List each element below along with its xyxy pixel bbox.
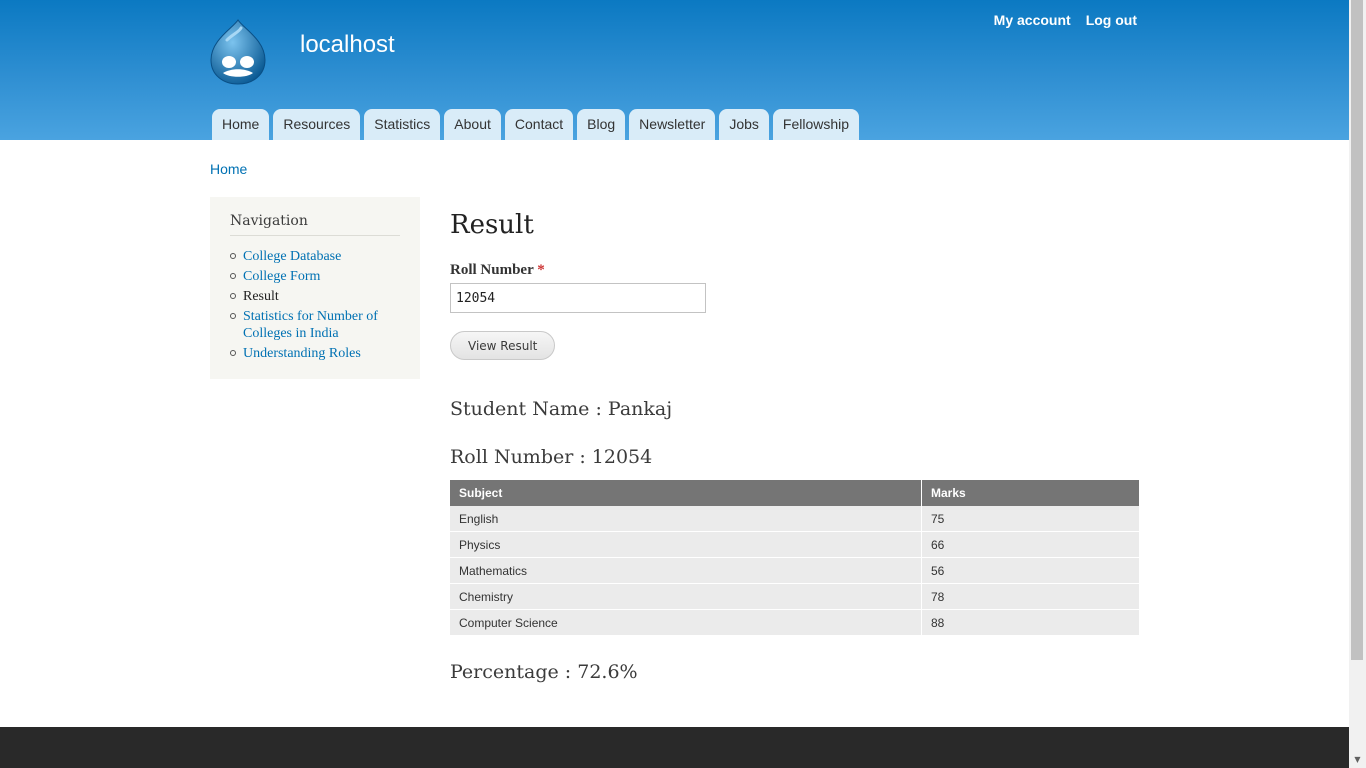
subject-cell: Physics bbox=[450, 531, 922, 558]
marks-cell: 78 bbox=[921, 583, 1139, 610]
navigation-sidebar: Navigation College Database College Form… bbox=[210, 197, 420, 379]
student-name-text: Student Name : Pankaj bbox=[450, 398, 673, 420]
table-header-row: Subject Marks bbox=[450, 480, 1139, 506]
subject-cell: Computer Science bbox=[450, 609, 922, 636]
tab-statistics[interactable]: Statistics bbox=[364, 109, 441, 140]
site-header: localhost My account Log out Home Resour… bbox=[0, 0, 1349, 140]
table-row: Chemistry 78 bbox=[450, 583, 1139, 610]
page: localhost My account Log out Home Resour… bbox=[0, 0, 1349, 768]
sidebar-item-college-form: College Form bbox=[230, 268, 400, 285]
secondary-menu: My account Log out bbox=[994, 12, 1137, 28]
marks-cell: 56 bbox=[921, 557, 1139, 584]
vertical-scrollbar[interactable]: ▼ bbox=[1349, 0, 1366, 768]
tab-fellowship[interactable]: Fellowship bbox=[772, 109, 860, 140]
tab-newsletter[interactable]: Newsletter bbox=[629, 109, 716, 140]
subject-cell: Chemistry bbox=[450, 583, 922, 610]
breadcrumb-home-link[interactable]: Home bbox=[210, 161, 247, 177]
site-name-link[interactable]: localhost bbox=[300, 31, 395, 59]
scrollbar-thumb[interactable] bbox=[1351, 0, 1363, 660]
subject-cell: English bbox=[450, 506, 922, 532]
main-menu: Home Resources Statistics About Contact … bbox=[212, 109, 860, 140]
roll-number-label-text: Roll Number bbox=[450, 262, 534, 278]
table-row: Computer Science 88 bbox=[450, 609, 1139, 636]
marks-cell: 75 bbox=[921, 506, 1139, 532]
table-row: Physics 66 bbox=[450, 531, 1139, 558]
tab-resources[interactable]: Resources bbox=[273, 109, 361, 140]
tab-about[interactable]: About bbox=[444, 109, 501, 140]
log-out-link[interactable]: Log out bbox=[1086, 12, 1137, 28]
drupal-logo-icon[interactable] bbox=[207, 18, 269, 86]
sidebar-list: College Database College Form Result Sta… bbox=[230, 248, 400, 362]
marks-cell: 88 bbox=[921, 609, 1139, 636]
sidebar-item-understanding-roles: Understanding Roles bbox=[230, 345, 400, 362]
marks-table: Subject Marks English 75 Physics 66 Math… bbox=[450, 480, 1139, 636]
scroll-down-arrow-icon[interactable]: ▼ bbox=[1349, 751, 1366, 768]
subject-cell: Mathematics bbox=[450, 557, 922, 584]
marks-cell: 66 bbox=[921, 531, 1139, 558]
percentage-text: Percentage : 72.6% bbox=[450, 661, 638, 683]
sidebar-link-college-form[interactable]: College Form bbox=[243, 269, 320, 284]
tab-jobs[interactable]: Jobs bbox=[719, 109, 769, 140]
site-footer bbox=[0, 727, 1349, 768]
sidebar-active-result: Result bbox=[243, 289, 279, 304]
tab-contact[interactable]: Contact bbox=[504, 109, 574, 140]
roll-number-label: Roll Number * bbox=[450, 262, 545, 279]
sidebar-item-result: Result bbox=[230, 288, 400, 305]
sidebar-link-college-database[interactable]: College Database bbox=[243, 249, 341, 264]
page-title: Result bbox=[450, 210, 534, 240]
main-content: Result Roll Number * View Result Student… bbox=[450, 210, 1140, 683]
sidebar-item-college-database: College Database bbox=[230, 248, 400, 265]
sidebar-link-statistics[interactable]: Statistics for Number of Colleges in Ind… bbox=[243, 309, 378, 341]
sidebar-link-understanding-roles[interactable]: Understanding Roles bbox=[243, 346, 361, 361]
tab-blog[interactable]: Blog bbox=[577, 109, 626, 140]
view-result-button[interactable]: View Result bbox=[450, 331, 556, 360]
sidebar-item-statistics: Statistics for Number of Colleges in Ind… bbox=[230, 308, 400, 342]
my-account-link[interactable]: My account bbox=[994, 12, 1071, 28]
table-row: English 75 bbox=[450, 506, 1139, 532]
column-header-marks: Marks bbox=[921, 480, 1139, 506]
roll-number-input[interactable] bbox=[450, 283, 706, 313]
sidebar-title: Navigation bbox=[230, 213, 400, 236]
column-header-subject: Subject bbox=[450, 480, 922, 506]
required-marker: * bbox=[537, 262, 545, 278]
roll-number-text: Roll Number : 12054 bbox=[450, 446, 653, 468]
tab-home[interactable]: Home bbox=[212, 109, 270, 140]
table-row: Mathematics 56 bbox=[450, 557, 1139, 584]
